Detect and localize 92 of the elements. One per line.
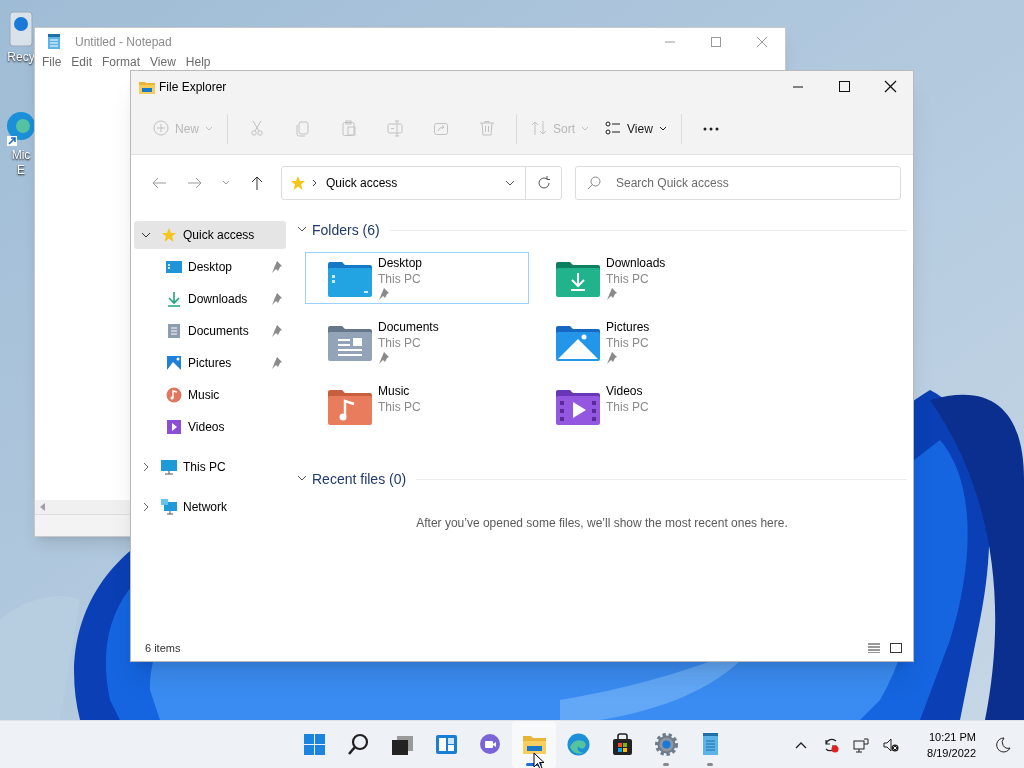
nav-pane-item[interactable]: This PC <box>134 453 286 481</box>
scroll-left-icon <box>39 503 47 511</box>
start-icon <box>301 732 327 757</box>
section-heading[interactable]: Folders (6) <box>312 219 380 241</box>
folder-name: Downloads <box>606 255 666 271</box>
folder-name: Documents <box>378 319 439 335</box>
nav-pane-item[interactable]: Network <box>134 493 286 521</box>
edge-icon <box>565 732 591 757</box>
video-icon <box>166 419 182 435</box>
nav-pane-item[interactable]: Videos <box>134 413 286 441</box>
folder-icon <box>328 325 372 361</box>
back-arrow-icon <box>151 175 167 191</box>
desktop-icon-label: E <box>17 163 25 178</box>
moon-icon <box>995 736 1011 753</box>
dropdown-caret-icon <box>581 125 590 132</box>
menu-item[interactable]: Format <box>97 56 146 69</box>
clock[interactable]: 10:21 PM 8/19/2022 <box>923 728 980 761</box>
network-icon <box>161 499 177 515</box>
download-icon <box>166 291 182 307</box>
folder-icon <box>556 261 600 297</box>
star-icon <box>161 227 177 243</box>
folder-icon <box>556 325 600 361</box>
folder-location: This PC <box>606 271 650 287</box>
network-icon <box>853 736 870 753</box>
gear-icon <box>653 732 679 757</box>
menu-item[interactable]: Help <box>180 56 216 69</box>
menu-item[interactable]: View <box>145 56 181 69</box>
empty-message: After you’ve opened some files, we’ll show the most recent ones here. <box>415 515 789 532</box>
folder-name: Videos <box>606 383 644 399</box>
chevron-down-icon[interactable] <box>297 475 307 483</box>
dropdown-caret-icon <box>205 125 213 132</box>
section-heading[interactable]: Recent files (0) <box>312 468 407 490</box>
dropdown-caret-icon <box>505 180 515 186</box>
folder-icon <box>139 80 155 94</box>
search-icon <box>345 732 371 757</box>
nav-pane-item[interactable]: Desktop <box>134 253 286 281</box>
folder-tile[interactable]: Documents This PC <box>305 316 529 368</box>
folder-location: This PC <box>606 335 650 351</box>
desktop-icon-label: Recy <box>7 50 35 65</box>
volume-muted-icon <box>883 736 900 753</box>
notepad-icon <box>47 34 61 50</box>
window-title: Untitled - Notepad <box>75 34 172 51</box>
folder-tile[interactable]: Videos This PC <box>533 380 757 432</box>
up-arrow-icon <box>249 175 265 191</box>
nav-pane-item[interactable]: Pictures <box>134 349 286 377</box>
search-icon <box>587 176 601 190</box>
folder-name: Music <box>378 383 411 399</box>
widgets-icon <box>433 732 459 757</box>
nav-pane-item[interactable]: Downloads <box>134 285 286 313</box>
chevron-right-icon <box>312 179 318 187</box>
recycle-bin-icon <box>6 10 36 50</box>
tile-view-icon <box>890 642 902 654</box>
search-field[interactable]: Search Quick access <box>575 166 901 200</box>
forward-arrow-icon <box>187 175 203 191</box>
address-text: Quick access <box>326 175 398 192</box>
refresh-icon <box>536 176 551 190</box>
monitor-icon <box>161 459 177 475</box>
menu-item[interactable]: File <box>37 56 67 69</box>
folder-location: This PC <box>606 399 649 415</box>
folder-tile[interactable]: Music This PC <box>305 380 529 432</box>
picture-icon <box>166 355 182 371</box>
folder-tile[interactable]: Downloads This PC <box>533 252 757 304</box>
music-note-icon <box>166 387 182 403</box>
window-title: File Explorer <box>159 79 227 96</box>
folder-icon <box>328 261 372 297</box>
star-icon <box>290 175 306 191</box>
chat-icon <box>477 732 503 757</box>
document-icon <box>166 323 182 339</box>
chevron-down-icon[interactable] <box>297 226 307 234</box>
dropdown-caret-icon <box>658 125 667 132</box>
view-button[interactable]: View <box>597 110 675 147</box>
desktop-icon <box>166 259 182 275</box>
folder-name: Desktop <box>378 255 423 271</box>
menu-item[interactable]: Edit <box>66 56 98 69</box>
nav-pane-item[interactable]: Music <box>134 381 286 409</box>
folder-icon <box>556 389 600 425</box>
folder-location: This PC <box>378 399 421 415</box>
item-count: 6 items <box>145 640 181 656</box>
list-icon <box>868 643 880 653</box>
folder-location: This PC <box>378 335 422 351</box>
nav-pane-item[interactable]: Documents <box>134 317 286 345</box>
folder-tile[interactable]: Desktop This PC <box>305 252 529 304</box>
folder-name: Pictures <box>606 319 650 335</box>
folder-location: This PC <box>378 271 422 287</box>
sync-icon <box>823 736 840 753</box>
recent-locations-icon <box>222 180 230 186</box>
desktop-icon-label: Mic <box>11 148 31 163</box>
nav-pane-item[interactable]: Quick access <box>134 221 286 249</box>
pointer-icon <box>533 752 545 768</box>
folder-icon <box>328 389 372 425</box>
folder-tile[interactable]: Pictures This PC <box>533 316 757 368</box>
address-bar[interactable]: Quick access <box>281 166 562 200</box>
